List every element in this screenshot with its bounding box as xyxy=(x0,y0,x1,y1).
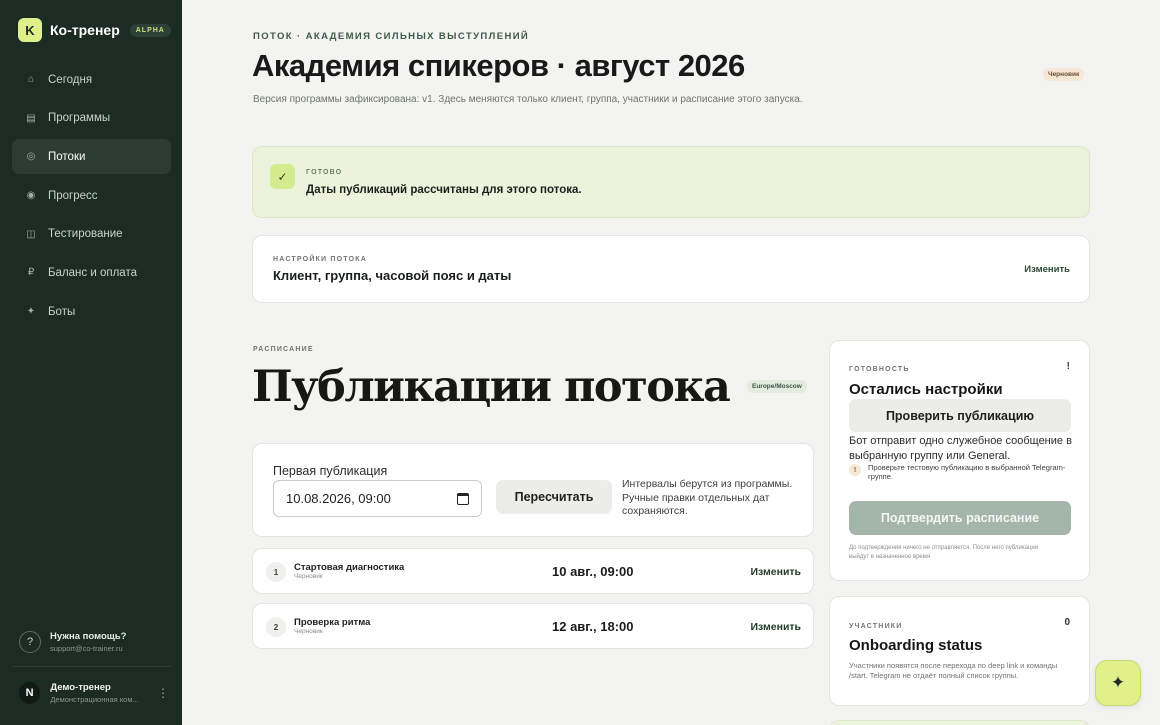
publication-date: 10 авг., 09:00 xyxy=(552,564,634,579)
publication-title: Проверка ритма xyxy=(294,617,371,628)
sidebar-item-label: Программы xyxy=(48,112,111,125)
test-icon: ◫ xyxy=(26,228,36,240)
calendar-icon[interactable] xyxy=(457,492,469,505)
publication-status: Черновик xyxy=(294,573,323,580)
next-card-edge xyxy=(829,720,1090,725)
row-number: 1 xyxy=(266,562,286,582)
user-organization: Демонстрационная ком... xyxy=(50,695,139,704)
publication-title: Стартовая диагностика xyxy=(294,562,405,573)
support-email: support@co-trainer.ru xyxy=(50,644,123,653)
warning-note: ! Проверьте тестовую публикацию в выбран… xyxy=(849,463,1068,481)
settings-title: Клиент, группа, часовой пояс и даты xyxy=(273,268,512,283)
status-badge: Черновик xyxy=(1043,68,1085,81)
sparkle-icon: ✦ xyxy=(26,306,36,318)
first-publication-label: Первая публикация xyxy=(273,464,388,478)
sidebar-item-label: Тестирование xyxy=(48,228,123,241)
page-subtitle: Версия программы зафиксирована: v1. Здес… xyxy=(253,94,803,105)
schedule-label: РАСПИСАНИЕ xyxy=(253,346,314,353)
sidebar-item-streams[interactable]: ◎ Потоки xyxy=(12,139,171,175)
recalculate-button[interactable]: Пересчитать xyxy=(496,480,612,514)
sidebar-item-label: Боты xyxy=(48,305,76,318)
publication-status: Черновик xyxy=(294,628,323,635)
settings-label: НАСТРОЙКИ ПОТОКА xyxy=(273,256,367,263)
interval-note: Интервалы берутся из программы. Ручные п… xyxy=(622,478,793,517)
members-description: Участники появятся после перехода по dee… xyxy=(849,661,1058,680)
alpha-badge: ALPHA xyxy=(129,23,171,37)
edit-publication-button[interactable]: Изменить xyxy=(750,621,801,633)
members-label: УЧАСТНИКИ xyxy=(849,623,903,630)
check-icon: ✓ xyxy=(270,164,295,189)
question-icon: ? xyxy=(19,631,41,653)
confirm-schedule-button[interactable]: Подтвердить расписание xyxy=(849,501,1071,535)
more-icon[interactable]: ⋮ xyxy=(157,686,169,700)
user-menu[interactable]: N Демо-тренер Демонстрационная ком... ⋮ xyxy=(19,682,169,704)
sidebar-item-today[interactable]: ⌂ Сегодня xyxy=(12,62,171,97)
readiness-footnote: До подтверждения ничего не отправляется.… xyxy=(849,545,1039,560)
timezone-badge: Europe/Moscow xyxy=(747,380,807,393)
sidebar: K Ко-тренер ALPHA ⌂ Сегодня ▤ Программы … xyxy=(0,0,182,725)
edit-publication-button[interactable]: Изменить xyxy=(750,566,801,578)
readiness-description: Бот отправит одно служебное сообщение в … xyxy=(849,435,1072,462)
progress-icon: ◉ xyxy=(26,190,36,202)
sidebar-item-programs[interactable]: ▤ Программы xyxy=(12,101,171,136)
sidebar-item-billing[interactable]: ₽ Баланс и оплата xyxy=(12,255,171,290)
first-publication-value: 10.08.2026, 09:00 xyxy=(286,491,391,506)
readiness-card: ГОТОВНОСТЬ ! Остались настройки Проверит… xyxy=(829,340,1090,581)
sidebar-item-label: Баланс и оплата xyxy=(48,266,137,279)
help-text: Нужна помощь? support@co-trainer.ru xyxy=(50,631,126,653)
alert-icon: ! xyxy=(1066,361,1070,372)
members-title: Onboarding status xyxy=(849,637,983,654)
warning-icon: ! xyxy=(849,464,861,476)
edit-settings-button[interactable]: Изменить xyxy=(1024,264,1070,275)
sidebar-item-label: Прогресс xyxy=(48,189,98,202)
brand-name: Ко-тренер xyxy=(50,22,120,38)
brand-logo: K xyxy=(18,18,42,42)
first-publication-input[interactable]: 10.08.2026, 09:00 xyxy=(273,480,482,517)
stream-icon: ◎ xyxy=(26,151,36,163)
table-row: 1 Стартовая диагностика Черновик 10 авг.… xyxy=(252,548,814,594)
publication-date: 12 авг., 18:00 xyxy=(552,619,634,634)
help-title: Нужна помощь? xyxy=(50,631,127,642)
sparkle-icon: ✦ xyxy=(1110,673,1126,692)
schedule-title: Публикации потока xyxy=(252,362,731,412)
sidebar-item-bots[interactable]: ✦ Боты xyxy=(12,294,171,329)
sidebar-nav: ⌂ Сегодня ▤ Программы ◎ Потоки ◉ Прогрес… xyxy=(12,62,171,333)
members-count: 0 xyxy=(1064,617,1070,628)
list-icon: ▤ xyxy=(26,112,36,124)
sidebar-item-progress[interactable]: ◉ Прогресс xyxy=(12,178,171,213)
readiness-label: ГОТОВНОСТЬ xyxy=(849,366,910,373)
home-icon: ⌂ xyxy=(27,74,35,85)
brand[interactable]: K Ко-тренер ALPHA xyxy=(18,18,171,42)
test-publication-button[interactable]: Проверить публикацию xyxy=(849,399,1071,432)
sidebar-item-label: Сегодня xyxy=(48,73,93,86)
sidebar-item-testing[interactable]: ◫ Тестирование xyxy=(12,217,171,252)
success-message: Даты публикаций рассчитаны для этого пот… xyxy=(306,184,582,196)
ruble-icon: ₽ xyxy=(27,267,35,279)
user-info: Демо-тренер Демонстрационная ком... xyxy=(50,682,153,704)
user-name: Демо-тренер xyxy=(50,682,111,693)
row-number: 2 xyxy=(266,617,286,637)
success-label: ГОТОВО xyxy=(306,169,343,176)
members-card: УЧАСТНИКИ 0 Onboarding status Участники … xyxy=(829,596,1090,706)
stream-settings-card: НАСТРОЙКИ ПОТОКА Клиент, группа, часовой… xyxy=(252,235,1090,303)
success-banner: ✓ ГОТОВО Даты публикаций рассчитаны для … xyxy=(252,146,1090,218)
first-publication-card: Первая публикация 10.08.2026, 09:00 Пере… xyxy=(252,443,814,537)
breadcrumb: ПОТОК · АКАДЕМИЯ СИЛЬНЫХ ВЫСТУПЛЕНИЙ xyxy=(253,31,530,42)
table-row: 2 Проверка ритма Черновик 12 авг., 18:00… xyxy=(252,603,814,649)
page-title: Академия спикеров · август 2026 xyxy=(252,48,745,83)
readiness-title: Остались настройки xyxy=(849,381,1003,398)
avatar: N xyxy=(19,682,41,704)
sidebar-divider xyxy=(12,666,171,667)
assistant-button[interactable]: ✦ xyxy=(1095,660,1141,706)
help-link[interactable]: ? Нужна помощь? support@co-trainer.ru xyxy=(19,631,126,653)
warning-text: Проверьте тестовую публикацию в выбранно… xyxy=(868,463,1066,481)
sidebar-item-label: Потоки xyxy=(48,150,86,163)
